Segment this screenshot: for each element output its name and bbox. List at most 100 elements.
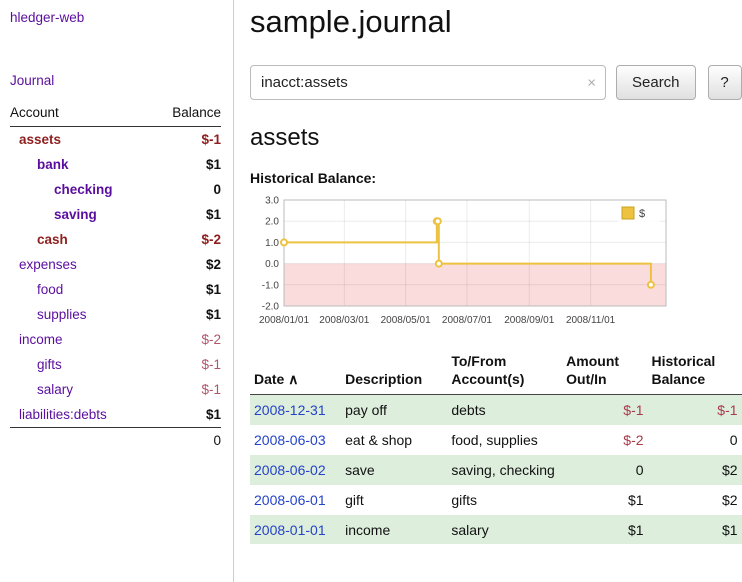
account-row: salary $-1 — [10, 377, 221, 402]
svg-text:0.0: 0.0 — [265, 259, 279, 270]
transaction-amount: $-2 — [562, 425, 647, 455]
account-link[interactable]: salary — [37, 382, 73, 397]
transaction-accounts: gifts — [447, 485, 562, 515]
account-name-cell: food — [10, 277, 153, 302]
register-row: 2008-06-01 giftgifts$1$2 — [250, 485, 742, 515]
transaction-accounts: saving, checking — [447, 455, 562, 485]
transaction-balance: $2 — [648, 485, 742, 515]
transaction-description: pay off — [341, 395, 447, 425]
account-row: assets$-1 — [10, 127, 221, 153]
transaction-amount: $1 — [562, 485, 647, 515]
help-button[interactable]: ? — [708, 65, 742, 100]
account-link[interactable]: supplies — [37, 307, 87, 322]
search-button[interactable]: Search — [616, 65, 696, 100]
account-name-cell: gifts — [10, 352, 153, 377]
account-name-cell: saving — [10, 202, 153, 227]
account-row: income $-2 — [10, 327, 221, 352]
svg-text:2008/09/01: 2008/09/01 — [504, 315, 554, 326]
accounts-table: Account Balance assets$-1bank$1checking0… — [10, 102, 221, 453]
column-header-amount: Amount Out/In — [562, 350, 647, 395]
transaction-amount: $1 — [562, 515, 647, 545]
svg-text:2008/11/01: 2008/11/01 — [566, 315, 616, 326]
register-row: 2008-12-31pay offdebts$-1$-1 — [250, 395, 742, 425]
svg-text:2008/03/01: 2008/03/01 — [319, 315, 369, 326]
transaction-accounts: debts — [447, 395, 562, 425]
transaction-description: eat & shop — [341, 425, 447, 455]
column-header-date[interactable]: Date ∧ — [250, 350, 341, 395]
account-name-cell: expenses — [10, 252, 153, 277]
account-balance: 0 — [153, 177, 221, 202]
account-balance: $1 — [153, 302, 221, 327]
account-link[interactable]: saving — [54, 207, 97, 222]
account-row: food $1 — [10, 277, 221, 302]
account-name-cell: liabilities:debts — [10, 402, 153, 428]
transaction-description: income — [341, 515, 447, 545]
account-row: liabilities:debts $1 — [10, 402, 221, 428]
account-name-cell: assets — [10, 127, 153, 153]
account-balance: $-1 — [153, 352, 221, 377]
account-balance: $1 — [153, 402, 221, 428]
transaction-date-link[interactable]: 2008-06-03 — [254, 432, 326, 448]
transaction-description: gift — [341, 485, 447, 515]
clear-search-icon[interactable]: × — [587, 74, 596, 91]
transaction-date-cell: 2008-01-01 — [250, 515, 341, 545]
svg-text:3.0: 3.0 — [265, 196, 279, 207]
account-link[interactable]: assets — [19, 132, 61, 147]
account-row: supplies $1 — [10, 302, 221, 327]
svg-text:2008/01/01: 2008/01/01 — [259, 315, 309, 326]
account-link[interactable]: cash — [37, 232, 68, 247]
search-bar: × Search ? — [250, 65, 742, 100]
journal-link[interactable]: Journal — [10, 73, 221, 88]
transaction-date-cell: 2008-06-02 — [250, 455, 341, 485]
transaction-date-link[interactable]: 2008-01-01 — [254, 522, 326, 538]
brand-link[interactable]: hledger-web — [10, 10, 221, 25]
accounts-header-row: Account Balance — [10, 102, 221, 127]
column-header-balance: Historical Balance — [648, 350, 742, 395]
account-link[interactable]: income — [19, 332, 63, 347]
main-content: sample.journal × Search ? assets Histori… — [234, 0, 742, 582]
account-link[interactable]: bank — [37, 157, 69, 172]
account-link[interactable]: liabilities:debts — [19, 407, 107, 422]
account-link[interactable]: expenses — [19, 257, 77, 272]
register-row: 2008-01-01incomesalary$1$1 — [250, 515, 742, 545]
account-name-cell: bank — [10, 152, 153, 177]
sidebar: hledger-web Journal Account Balance asse… — [0, 0, 234, 582]
transaction-date-cell: 2008-06-03 — [250, 425, 341, 455]
accounts-header-balance: Balance — [153, 102, 221, 127]
register-table: Date ∧ Description To/From Account(s) Am… — [250, 350, 742, 544]
transaction-date-link[interactable]: 2008-12-31 — [254, 402, 326, 418]
register-row: 2008-06-02savesaving, checking0$2 — [250, 455, 742, 485]
account-balance: $-2 — [153, 327, 221, 352]
register-header-row: Date ∧ Description To/From Account(s) Am… — [250, 350, 742, 395]
account-balance: $-1 — [153, 377, 221, 402]
accounts-total-row: 0 — [10, 428, 221, 454]
column-header-accounts: To/From Account(s) — [447, 350, 562, 395]
transaction-amount: 0 — [562, 455, 647, 485]
accounts-header-account: Account — [10, 102, 153, 127]
account-heading: assets — [250, 124, 742, 152]
account-row: saving $1 — [10, 202, 221, 227]
account-row: bank $1 — [10, 152, 221, 177]
svg-text:$: $ — [639, 208, 645, 220]
transaction-date-cell: 2008-06-01 — [250, 485, 341, 515]
search-input-wrap: × — [250, 65, 606, 100]
account-balance: $1 — [153, 277, 221, 302]
search-input[interactable] — [250, 65, 606, 100]
svg-text:2.0: 2.0 — [265, 217, 279, 228]
account-balance: $2 — [153, 252, 221, 277]
transaction-date-link[interactable]: 2008-06-01 — [254, 492, 326, 508]
page-title: sample.journal — [250, 4, 742, 40]
account-balance: $1 — [153, 202, 221, 227]
svg-text:-2.0: -2.0 — [262, 302, 280, 313]
transaction-balance: 0 — [648, 425, 742, 455]
account-link[interactable]: food — [37, 282, 63, 297]
account-row: cash$-2 — [10, 227, 221, 252]
account-name-cell: cash — [10, 227, 153, 252]
account-name-cell: checking — [10, 177, 153, 202]
transaction-date-link[interactable]: 2008-06-02 — [254, 462, 326, 478]
balance-chart: 3.02.01.00.0-1.0-2.02008/01/012008/03/01… — [250, 194, 672, 332]
account-balance: $1 — [153, 152, 221, 177]
account-link[interactable]: gifts — [37, 357, 62, 372]
transaction-amount: $-1 — [562, 395, 647, 425]
account-link[interactable]: checking — [54, 182, 113, 197]
